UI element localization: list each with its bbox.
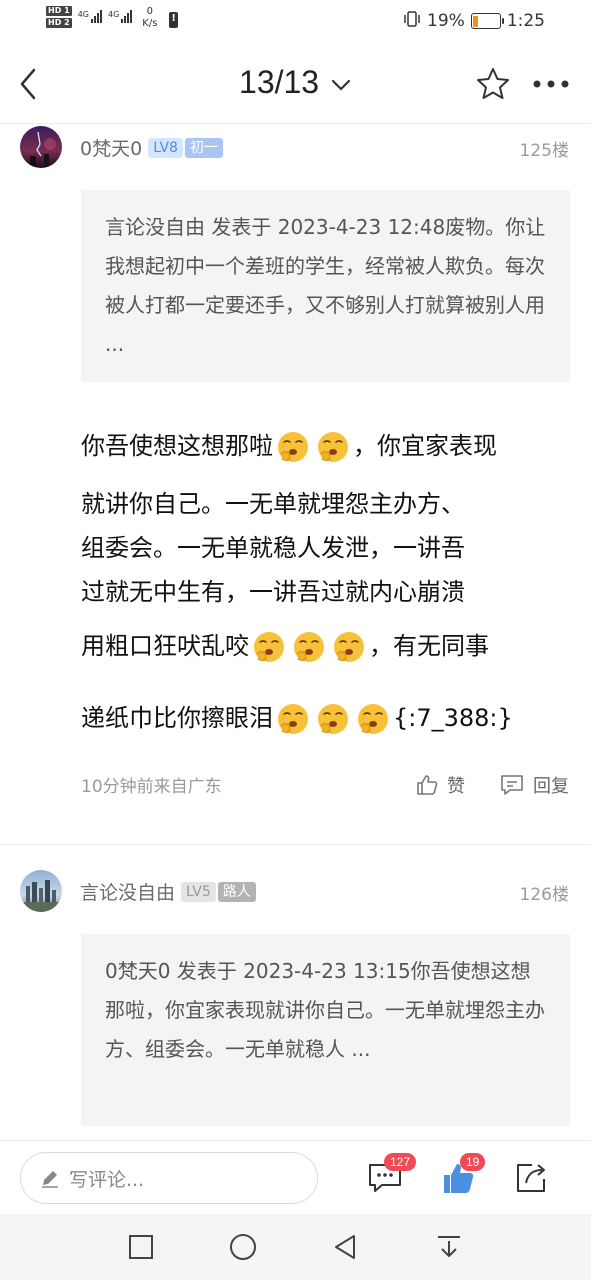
chevron-down-icon xyxy=(331,79,351,91)
share-icon xyxy=(517,1164,545,1192)
top-nav-bar: 13/13 xyxy=(0,44,591,124)
reply-button[interactable]: 回复 xyxy=(499,772,569,798)
hd2-indicator: HD 2 xyxy=(46,18,72,28)
yawn-emoji-icon xyxy=(316,702,350,736)
quoted-reply[interactable]: 0梵天0 发表于 2023-4-23 13:15你吾使想这想那啦，你宜家表现就讲… xyxy=(81,934,570,1126)
share-button[interactable] xyxy=(512,1159,550,1197)
level-badge: LV5 xyxy=(181,881,216,902)
back-system-button[interactable] xyxy=(330,1232,360,1262)
rank-badge: 初一 xyxy=(184,137,223,158)
like-label: 赞 xyxy=(447,776,465,797)
yawn-emoji-icon xyxy=(332,630,366,664)
pull-down-icon xyxy=(438,1236,460,1257)
level-badge: LV8 xyxy=(148,137,183,158)
reply-actions: 赞 回复 xyxy=(415,772,569,798)
content-line: 递纸巾比你擦眼泪 {:7_388:} xyxy=(81,698,513,736)
quoted-reply[interactable]: 言论没自由 发表于 2023-4-23 12:48废物。你让我想起初中一个差班的… xyxy=(81,190,570,382)
content-line: 过就无中生有，一讲吾过就内心崩溃 xyxy=(81,578,465,606)
speed-value: 0 xyxy=(146,6,154,17)
comment-count-badge: 127 xyxy=(384,1153,417,1171)
home-button[interactable] xyxy=(228,1232,258,1262)
thumbs-up-icon xyxy=(417,775,438,795)
yawn-emoji-icon xyxy=(252,630,286,664)
speed-unit: K/s xyxy=(142,18,158,29)
hd1-indicator: HD 1 xyxy=(46,6,72,16)
comment-bar: 写评论... 127 19 xyxy=(0,1140,591,1214)
more-button[interactable] xyxy=(529,64,573,104)
network-type-1: 4G xyxy=(77,10,89,19)
content-line: 组委会。一无单就稳人发泄，一讲吾 xyxy=(81,534,465,562)
rank-badge: 路人 xyxy=(217,881,256,902)
pencil-icon xyxy=(42,1171,58,1188)
comment-placeholder: 写评论... xyxy=(69,1168,145,1191)
vibrate-icon xyxy=(403,10,421,32)
user-info: 0梵天0 LV8 初一 xyxy=(80,134,223,161)
network-speed: 0 K/s xyxy=(142,6,157,30)
yawn-emoji-icon xyxy=(356,702,390,736)
signal-icon: 4G xyxy=(107,10,133,23)
like-post-button[interactable]: 19 xyxy=(440,1153,486,1197)
notification-pull-button[interactable] xyxy=(434,1232,464,1262)
battery-percent: 19% xyxy=(427,11,465,31)
username[interactable]: 言论没自由 xyxy=(80,878,175,905)
more-dots-icon xyxy=(533,80,569,88)
floor-number: 126楼 xyxy=(519,885,569,905)
signal-icon: 4G xyxy=(78,10,102,23)
comment-icon xyxy=(501,775,523,795)
like-button[interactable]: 赞 xyxy=(415,772,465,798)
system-nav-bar xyxy=(0,1214,591,1280)
circle-icon xyxy=(230,1234,256,1260)
square-icon xyxy=(129,1235,153,1259)
triangle-back-icon xyxy=(335,1235,355,1259)
star-icon xyxy=(477,68,509,99)
status-right: 19% 1:25 xyxy=(403,10,545,32)
yawn-emoji-icon xyxy=(292,630,326,664)
status-bar: HD 1 HD 2 4G 4G 0 K/s 19% 1:25 xyxy=(0,0,591,44)
favorite-button[interactable] xyxy=(473,64,513,104)
content-line: 用粗口狂吠乱咬 ，有无同事 xyxy=(81,626,489,664)
comment-input[interactable]: 写评论... xyxy=(20,1152,318,1204)
recent-apps-button[interactable] xyxy=(126,1232,156,1262)
content-line: 就讲你自己。一无单就埋怨主办方、 xyxy=(81,490,465,518)
clock: 1:25 xyxy=(506,11,545,31)
content-line: 你吾使想这想那啦 ，你宜家表现 xyxy=(81,426,497,464)
network-type-2: 4G xyxy=(107,10,120,19)
floor-number: 125楼 xyxy=(519,141,569,161)
yawn-emoji-icon xyxy=(276,702,310,736)
user-info: 言论没自由 LV5 路人 xyxy=(80,878,256,905)
avatar[interactable] xyxy=(20,870,62,912)
yawn-emoji-icon xyxy=(276,430,310,464)
yawn-emoji-icon xyxy=(316,430,350,464)
battery-icon xyxy=(470,13,504,29)
page-indicator: 13/13 xyxy=(239,64,320,100)
divider xyxy=(0,844,591,845)
reply-list[interactable]: 0梵天0 LV8 初一 125楼 言论没自由 发表于 2023-4-23 12:… xyxy=(0,124,591,1140)
comments-button[interactable]: 127 xyxy=(366,1153,417,1197)
status-left: HD 1 HD 2 4G 4G 0 K/s xyxy=(46,6,179,30)
avatar[interactable] xyxy=(20,126,62,168)
sim-alert-icon xyxy=(169,12,179,28)
reply-label: 回复 xyxy=(533,776,569,797)
like-count-badge: 19 xyxy=(460,1153,486,1171)
reply-time-location: 10分钟前来自广东 xyxy=(81,777,222,797)
username[interactable]: 0梵天0 xyxy=(80,134,142,161)
